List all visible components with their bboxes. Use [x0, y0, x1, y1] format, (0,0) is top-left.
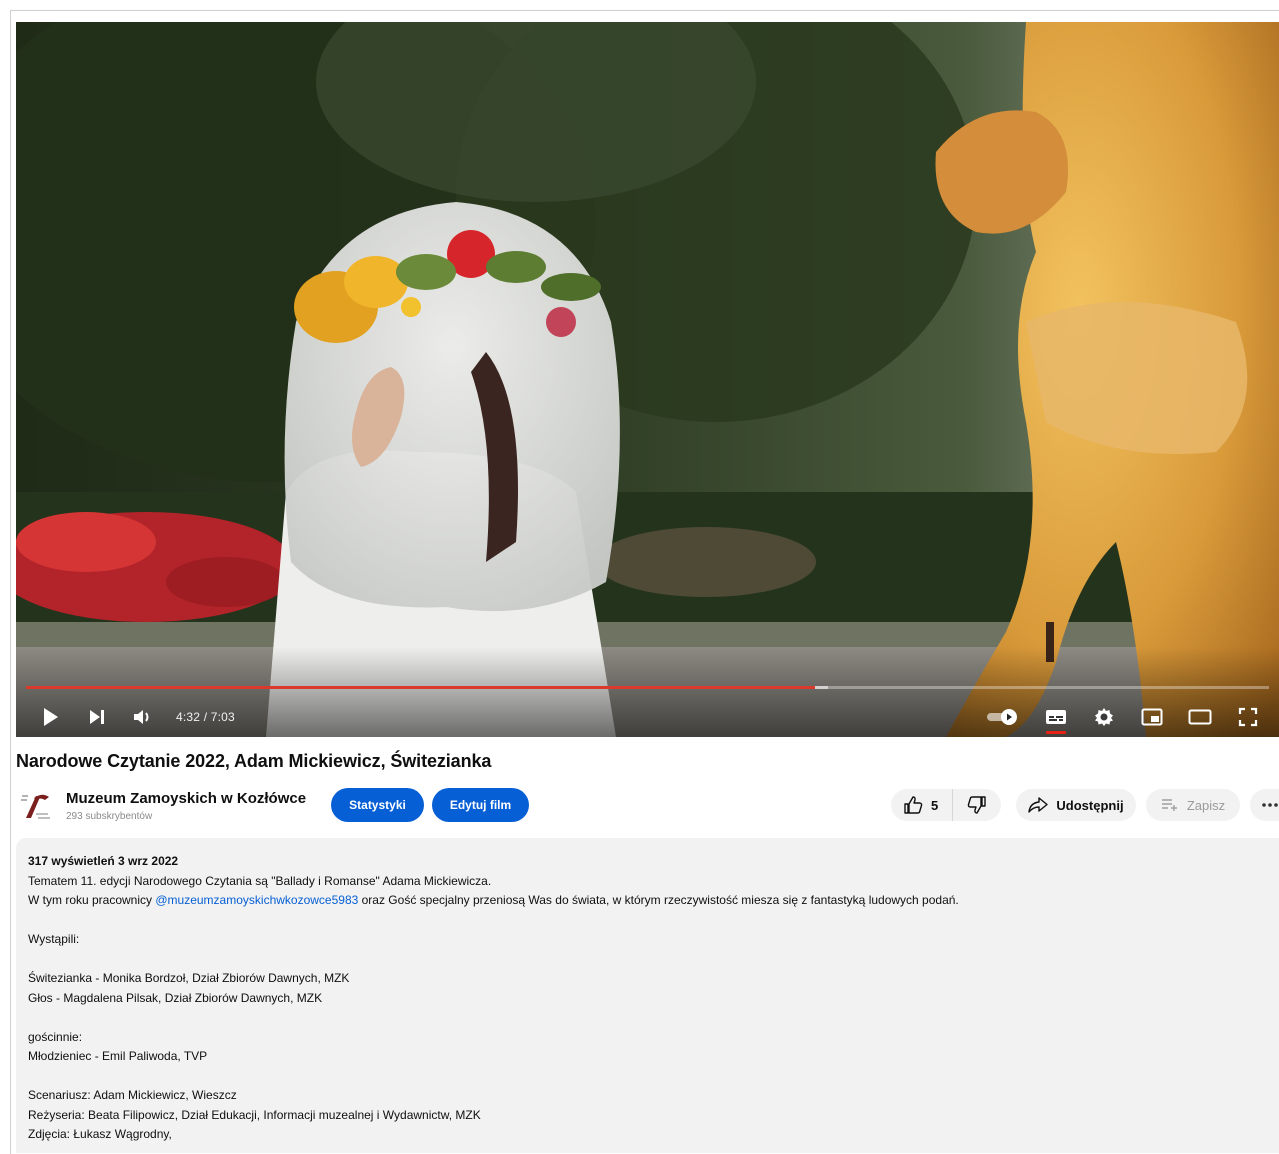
- progress-bar[interactable]: [26, 686, 1269, 689]
- fullscreen-button[interactable]: [1235, 704, 1261, 730]
- next-icon: [90, 710, 104, 724]
- theater-mode-button[interactable]: [1187, 704, 1213, 730]
- player-controls-left: 4:32 / 7:03: [38, 700, 235, 734]
- credit-line: Zdjęcia: Łukasz Wągrodny,: [28, 1127, 172, 1141]
- guest-line: Młodzieniec - Emil Paliwoda, TVP: [28, 1049, 208, 1063]
- autoplay-toggle-icon: [987, 709, 1017, 725]
- channel-logo[interactable]: [18, 788, 54, 824]
- save-playlist-icon: [1161, 799, 1177, 811]
- fullscreen-icon: [1238, 707, 1258, 727]
- time-display: 4:32 / 7:03: [176, 710, 235, 724]
- thumbs-down-icon: [967, 796, 986, 814]
- save-button[interactable]: Zapisz: [1146, 789, 1240, 821]
- credit-line: Scenariusz: Adam Mickiewicz, Wieszcz: [28, 1088, 237, 1102]
- progress-played: [26, 686, 816, 689]
- edit-video-button[interactable]: Edytuj film: [432, 788, 529, 822]
- save-label: Zapisz: [1186, 797, 1226, 813]
- performer-line: Głos - Magdalena Pilsak, Dział Zbiorów D…: [28, 990, 323, 1005]
- channel-name[interactable]: Muzeum Zamoyskich w Kozłówce: [66, 790, 306, 807]
- stats-button[interactable]: Statystyki: [331, 788, 424, 822]
- autoplay-toggle[interactable]: [985, 704, 1021, 730]
- channel-owner: Muzeum Zamoyskich w Kozłówce 293 subskry…: [18, 786, 306, 826]
- credit-line: Reżyseria: Beata Filipowicz, Dział Eduka…: [28, 1107, 481, 1122]
- like-button[interactable]: 5: [891, 789, 954, 821]
- performers-heading: Wystąpili:: [28, 932, 80, 946]
- play-icon: [44, 708, 58, 726]
- views-and-date: 317 wyświetleń 3 wrz 2022: [28, 854, 179, 868]
- description-box[interactable]: 317 wyświetleń 3 wrz 2022 Tematem 11. ed…: [16, 838, 1279, 1153]
- subtitles-icon: [1046, 710, 1066, 724]
- description-line: Tematem 11. edycji Narodowego Czytania s…: [28, 873, 492, 888]
- share-label: Udostępnij: [1056, 797, 1124, 813]
- more-actions-button[interactable]: [1250, 789, 1279, 821]
- next-button[interactable]: [84, 704, 110, 730]
- dislike-button[interactable]: [953, 789, 1001, 821]
- share-icon: [1028, 797, 1049, 813]
- channel-info: Muzeum Zamoyskich w Kozłówce 293 subskry…: [66, 790, 306, 822]
- description-line-with-mention: W tym roku pracownicy @muzeumzamoyskichw…: [28, 891, 1269, 911]
- subtitles-button[interactable]: [1043, 704, 1069, 734]
- share-button[interactable]: Udostępnij: [1016, 789, 1136, 821]
- thumbs-up-icon: [904, 796, 923, 814]
- gear-icon: [1095, 708, 1113, 726]
- like-dislike-group: 5: [891, 789, 1001, 821]
- player-controls-right: [985, 700, 1261, 734]
- guest-heading: gościnnie:: [28, 1029, 83, 1044]
- play-button[interactable]: [38, 704, 64, 730]
- settings-button[interactable]: [1091, 704, 1117, 730]
- description-text: 317 wyświetleń 3 wrz 2022 Tematem 11. ed…: [28, 852, 1269, 1145]
- miniplayer-icon: [1141, 708, 1163, 726]
- description-text-fragment: W tym roku pracownicy: [28, 893, 156, 907]
- description-text-fragment: oraz Gość specjalny przeniosą Was do świ…: [358, 893, 959, 907]
- subscriber-count: 293 subskrybentów: [66, 811, 153, 822]
- video-title: Narodowe Czytanie 2022, Adam Mickiewicz,…: [16, 751, 492, 771]
- subtitles-active-indicator: [1046, 731, 1066, 734]
- like-count: 5: [931, 797, 939, 813]
- theater-mode-icon: [1188, 709, 1212, 725]
- video-player[interactable]: 4:32 / 7:03: [16, 22, 1279, 737]
- video-frame[interactable]: [16, 22, 1279, 737]
- channel-mention-link[interactable]: @muzeumzamoyskichwkozowce5983: [155, 893, 358, 907]
- performer-line: Świtezianka - Monika Bordzoł, Dział Zbio…: [28, 971, 350, 985]
- volume-icon: [134, 710, 149, 724]
- volume-button[interactable]: [130, 704, 156, 730]
- more-icon: [1262, 803, 1278, 807]
- miniplayer-button[interactable]: [1139, 704, 1165, 730]
